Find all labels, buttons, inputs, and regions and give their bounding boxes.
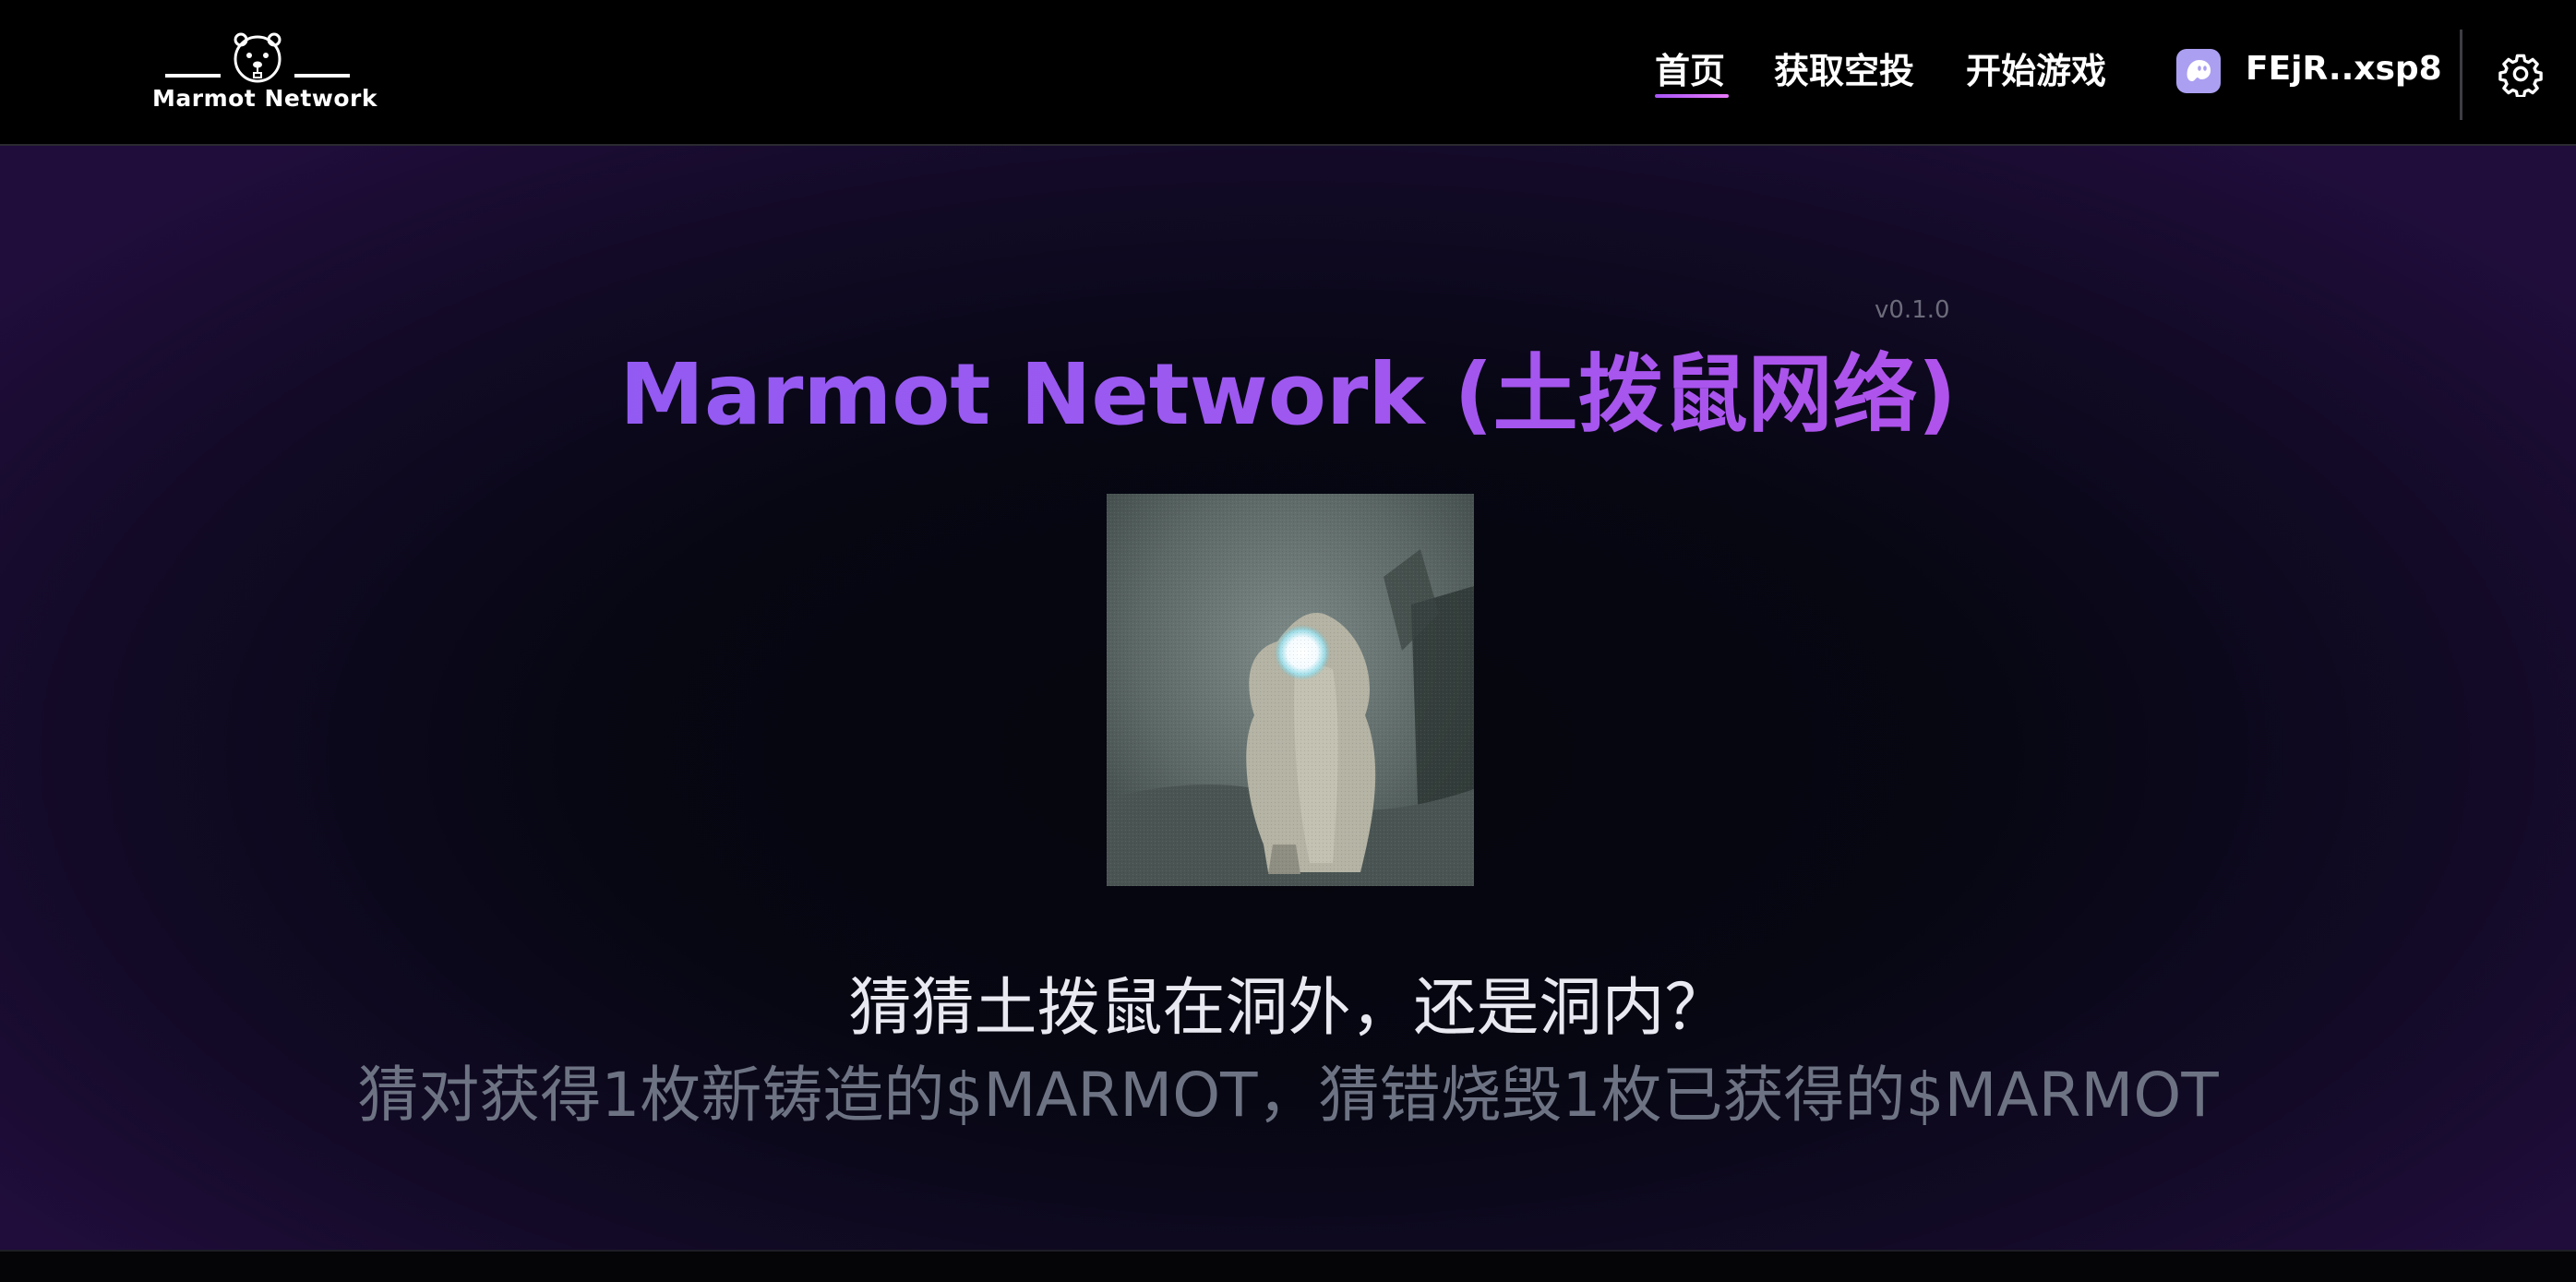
- version-label: v0.1.0: [1875, 296, 1950, 324]
- hero-section: v0.1.0 Marmot Network (土拨鼠网络) 猜猜土拨鼠在洞外，还…: [0, 146, 2576, 1250]
- header-divider: [2460, 30, 2462, 120]
- phantom-ghost-icon: [2176, 49, 2221, 93]
- nav-start-game[interactable]: 开始游戏: [1966, 42, 2106, 98]
- game-question: 猜猜土拨鼠在洞外，还是洞内？: [848, 972, 1728, 1045]
- nav-get-airdrop[interactable]: 获取空投: [1774, 42, 1914, 98]
- marmot-photo: [1107, 494, 1474, 886]
- gear-icon[interactable]: [2498, 51, 2544, 97]
- nav-active-indicator: [1655, 94, 1729, 98]
- logo-text: Marmot Network: [152, 85, 378, 112]
- marmot-logo-icon: [165, 32, 350, 83]
- app-page: Marmot Network 首页 获取空投 开始游戏 FEjR..xsp8 v…: [0, 0, 2576, 1282]
- wallet-address: FEjR..xsp8: [2246, 50, 2442, 88]
- top-navbar: Marmot Network 首页 获取空投 开始游戏 FEjR..xsp8: [0, 0, 2576, 146]
- bottom-bar: [0, 1250, 2576, 1282]
- nav-home[interactable]: 首页: [1655, 42, 1725, 98]
- hero-title: Marmot Network (土拨鼠网络): [0, 326, 2576, 449]
- game-rule: 猜对获得1枚新铸造的$MARMOT，猜错烧毁1枚已获得的$MARMOT: [357, 1060, 2219, 1131]
- brand-logo[interactable]: Marmot Network: [152, 28, 378, 120]
